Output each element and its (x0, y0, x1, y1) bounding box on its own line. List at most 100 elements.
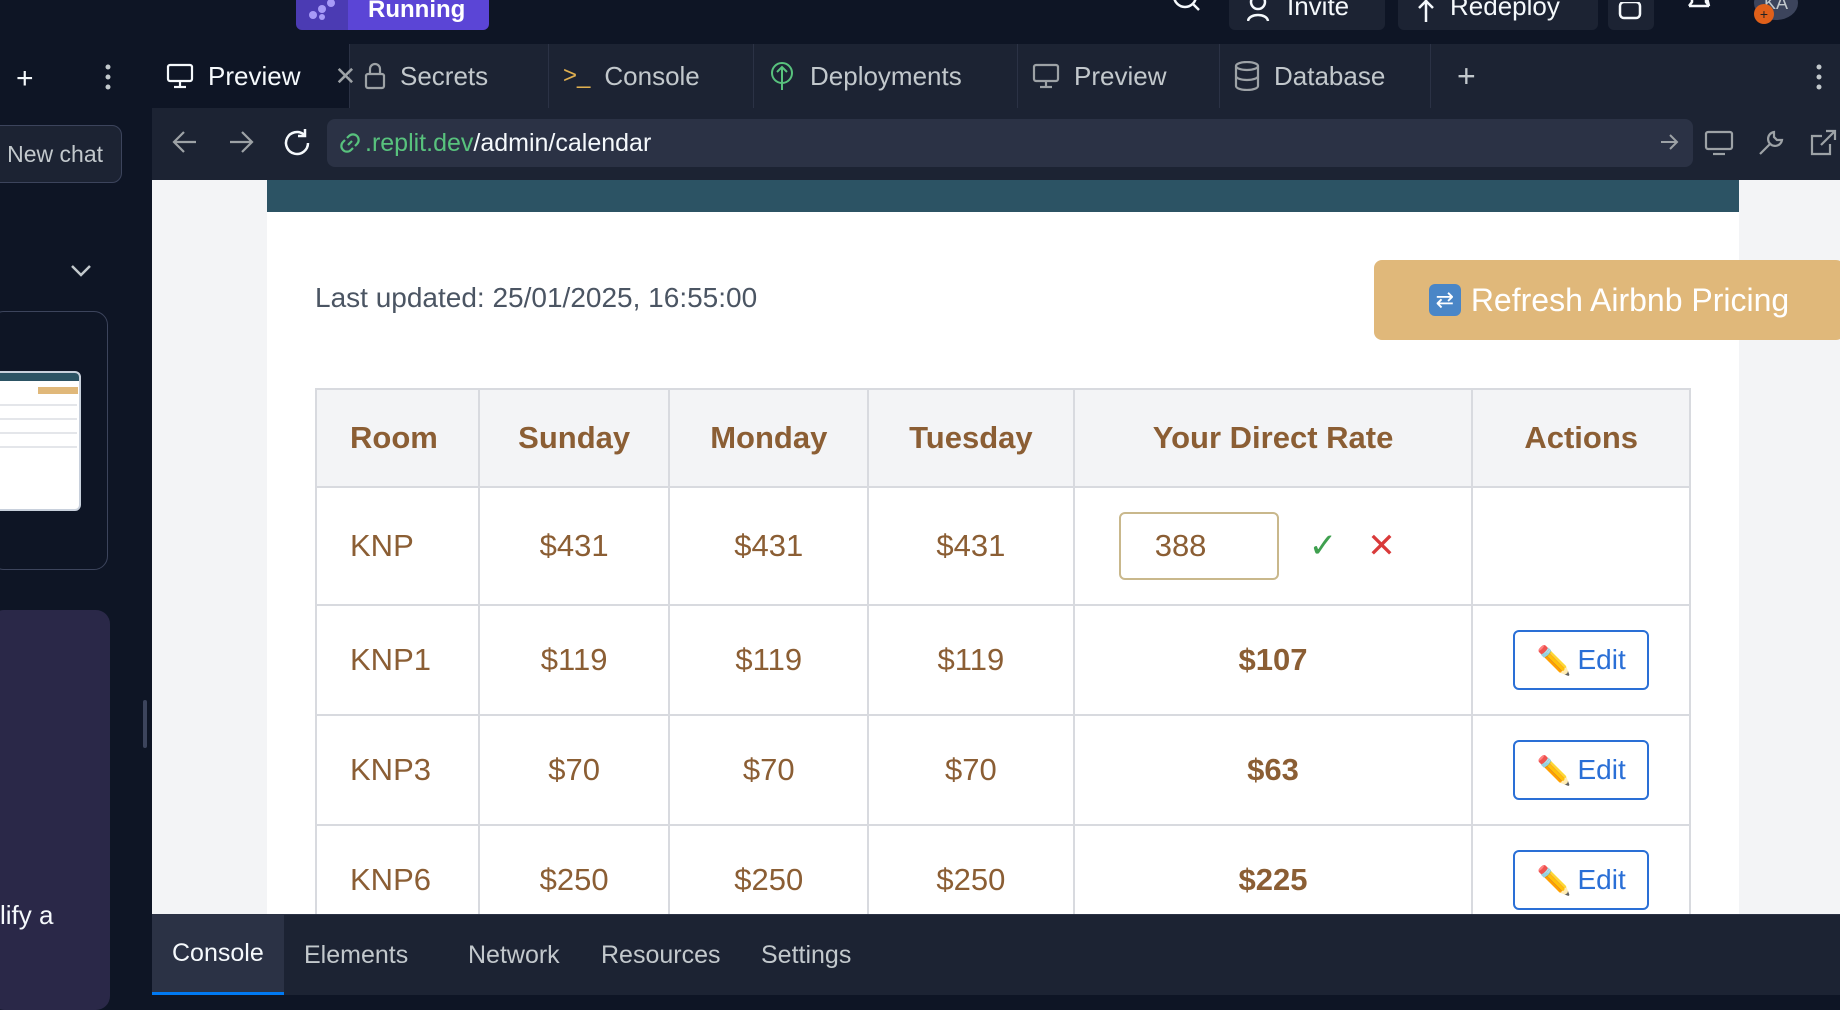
table-row: KNP1 $119 $119 $119 $107 ✏️ Edit (315, 604, 1691, 716)
monitor-icon (1032, 63, 1060, 89)
devtools-tab-elements[interactable]: Elements (284, 915, 428, 995)
tuesday-price: $431 (867, 486, 1075, 606)
back-arrow-icon[interactable] (172, 130, 198, 154)
redeploy-button[interactable]: Redeploy (1398, 0, 1598, 30)
reload-icon[interactable] (282, 128, 312, 158)
edit-label: Edit (1577, 864, 1626, 895)
sunday-price: $119 (477, 604, 671, 716)
devtools-tab-console[interactable]: Console (152, 915, 284, 995)
redeploy-label: Redeploy (1450, 0, 1560, 21)
table-row: KNP6 $250 $250 $250 $225 ✏️ Edit (315, 824, 1691, 914)
tab-label: Database (1274, 60, 1386, 91)
device-icon[interactable] (1704, 128, 1734, 158)
actions-cell-empty (1471, 486, 1691, 606)
monday-price: $70 (668, 714, 870, 826)
edit-label: Edit (1577, 644, 1626, 675)
pencil-icon: ✏️ (1536, 754, 1572, 786)
sunday-price: $431 (477, 486, 671, 606)
close-icon[interactable]: ✕ (1367, 526, 1396, 566)
refresh-label: Refresh Airbnb Pricing (1470, 281, 1790, 318)
replit-logo-icon (296, 0, 348, 30)
url-field[interactable]: .replit.dev /admin/calendar (327, 119, 1693, 167)
column-header-direct-rate: Your Direct Rate (1072, 388, 1474, 488)
tab-deployments[interactable]: Deployments (754, 44, 1018, 108)
direct-rate-value: $225 (1072, 824, 1474, 914)
direct-rate-value: $107 (1072, 604, 1474, 716)
refresh-icon: ⇄ (1428, 284, 1461, 316)
monday-price: $431 (668, 486, 870, 606)
sunday-price: $70 (477, 714, 671, 826)
add-tab-icon[interactable]: + (1457, 58, 1476, 95)
browser-toolbar: .replit.dev /admin/calendar (152, 108, 1840, 180)
devtools-tab-network[interactable]: Network (448, 915, 580, 995)
checkmark-icon[interactable]: ✓ (1309, 526, 1338, 566)
user-icon (1247, 0, 1273, 22)
preview-thumbnail-image (0, 371, 81, 511)
edit-button[interactable]: ✏️ Edit (1513, 630, 1650, 690)
tab-console[interactable]: >_ Console (549, 44, 754, 108)
room-name: KNP3 (315, 714, 480, 826)
bell-icon[interactable] (1686, 0, 1712, 14)
tuesday-price: $119 (867, 604, 1075, 716)
tab-secrets[interactable]: Secrets (350, 44, 549, 108)
table-row: KNP $431 $431 $431 388 ✓ ✕ (315, 486, 1691, 606)
run-control[interactable]: Running (296, 0, 490, 30)
tuesday-price: $70 (867, 714, 1075, 826)
add-icon[interactable]: + (16, 62, 34, 96)
lock-icon (364, 62, 386, 90)
tab-label: Preview (1074, 60, 1167, 91)
pricing-table: Room Sunday Monday Tuesday Your Direct R… (315, 388, 1691, 914)
tab-database[interactable]: Database (1220, 44, 1431, 108)
database-icon (1234, 61, 1260, 91)
edit-button[interactable]: ✏️ Edit (1513, 740, 1650, 800)
promo-text: lify a (0, 900, 54, 930)
share-button[interactable] (1608, 0, 1654, 30)
actions-cell: ✏️ Edit (1471, 714, 1691, 826)
room-name: KNP (315, 486, 480, 606)
monday-price: $119 (668, 604, 870, 716)
promo-card (0, 610, 110, 1010)
tuesday-price: $250 (867, 824, 1075, 914)
edit-button[interactable]: ✏️ Edit (1513, 850, 1650, 910)
invite-button[interactable]: Invite (1229, 0, 1385, 30)
run-button[interactable]: Running (348, 0, 490, 30)
preview-viewport: Last updated: 25/01/2025, 16:55:00 ⇄ Ref… (152, 180, 1840, 914)
tab-preview-2[interactable]: Preview (1018, 44, 1220, 108)
deploy-icon (1416, 0, 1436, 22)
more-vertical-icon[interactable] (1814, 62, 1824, 92)
terminal-icon: >_ (563, 62, 591, 89)
column-header-tuesday: Tuesday (867, 388, 1075, 488)
column-header-monday: Monday (668, 388, 870, 488)
new-chat-button[interactable]: New chat (0, 125, 122, 183)
direct-rate-edit-cell: 388 ✓ ✕ (1072, 486, 1474, 606)
direct-rate-input[interactable]: 388 (1118, 512, 1279, 580)
room-name: KNP1 (315, 604, 480, 716)
more-vertical-icon[interactable] (98, 62, 118, 92)
column-header-sunday: Sunday (477, 388, 671, 488)
devtools-panel: Console Elements Network Resources Setti… (152, 914, 1840, 1007)
devtools-tab-resources[interactable]: Resources (581, 915, 741, 995)
forward-arrow-icon[interactable] (228, 130, 254, 154)
calendar-card: Last updated: 25/01/2025, 16:55:00 ⇄ Ref… (267, 180, 1840, 914)
wrench-icon[interactable] (1756, 128, 1786, 158)
actions-cell: ✏️ Edit (1471, 604, 1691, 716)
monday-price: $250 (668, 824, 870, 914)
invite-label: Invite (1287, 0, 1350, 21)
panel-resize-handle[interactable] (143, 700, 147, 748)
tab-label: Secrets (400, 60, 489, 91)
tab-preview[interactable]: Preview ✕ (152, 44, 356, 108)
search-icon[interactable] (1172, 0, 1202, 14)
tab-label: Preview (208, 60, 301, 91)
monitor-icon (166, 63, 194, 89)
column-header-room: Room (315, 388, 480, 488)
go-arrow-icon[interactable] (1659, 132, 1679, 152)
pencil-icon: ✏️ (1536, 644, 1572, 676)
workspace-topbar: Running Invite Redeploy KA + (0, 0, 1840, 44)
devtools-tab-settings[interactable]: Settings (741, 915, 871, 995)
tab-bar: Preview ✕ Secrets >_ Console Deployments… (152, 44, 1840, 108)
chevron-down-icon[interactable] (70, 264, 92, 278)
share-icon (1618, 2, 1642, 22)
open-external-icon[interactable] (1808, 128, 1838, 158)
table-header-row: Room Sunday Monday Tuesday Your Direct R… (315, 388, 1691, 488)
refresh-pricing-button[interactable]: ⇄ Refresh Airbnb Pricing (1374, 260, 1840, 340)
